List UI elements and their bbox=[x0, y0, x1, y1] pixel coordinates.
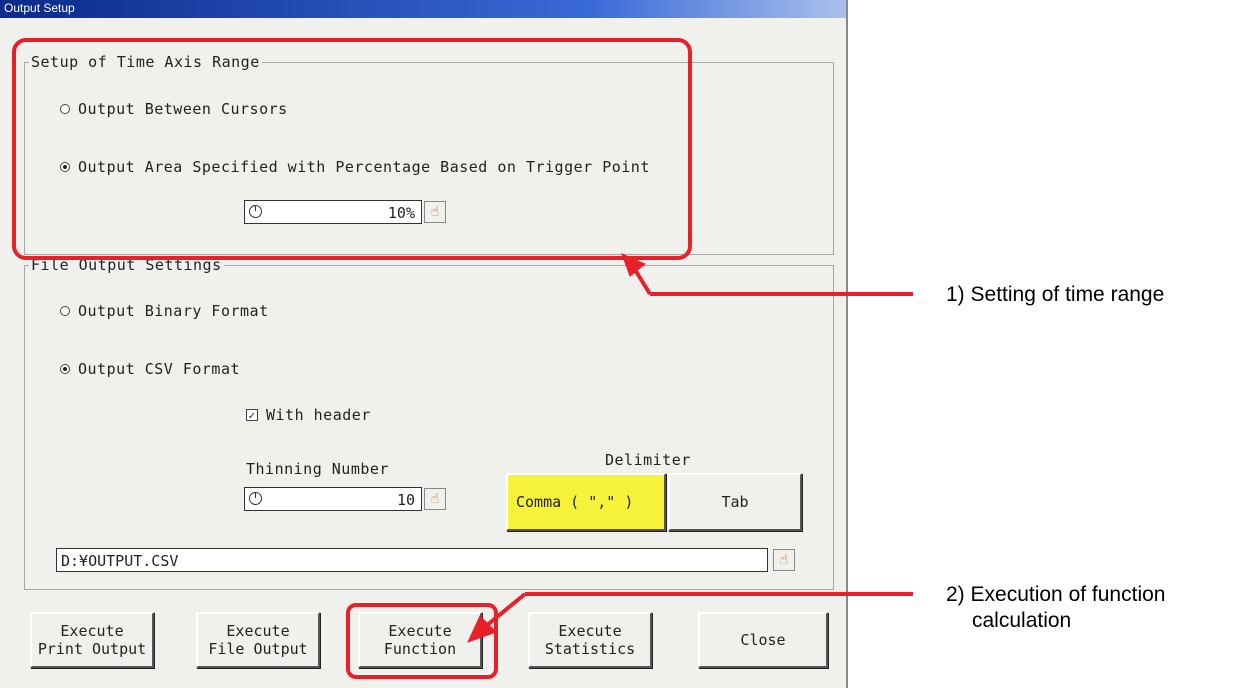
checkbox-icon: ✓ bbox=[246, 409, 258, 421]
radio-output-csv[interactable]: Output CSV Format bbox=[60, 360, 240, 378]
execute-function-highlight-box bbox=[346, 603, 498, 679]
delimiter-comma-button[interactable]: Comma ( "," ) bbox=[506, 473, 666, 531]
output-path-input[interactable]: D:¥OUTPUT.CSV bbox=[56, 548, 768, 572]
button-label: Close bbox=[740, 631, 786, 649]
thinning-value: 10 bbox=[396, 491, 415, 509]
button-label-line1: Execute bbox=[60, 622, 124, 640]
radio-icon bbox=[60, 364, 70, 374]
pointing-hand-icon[interactable]: ☝ bbox=[773, 549, 795, 571]
time-range-highlight-box bbox=[12, 38, 692, 260]
close-button[interactable]: Close bbox=[698, 612, 828, 668]
delimiter-comma-label: Comma ( "," ) bbox=[516, 493, 634, 511]
button-label-line1: Execute bbox=[558, 622, 622, 640]
radio-output-binary[interactable]: Output Binary Format bbox=[60, 302, 269, 320]
radio-label: Output CSV Format bbox=[78, 360, 241, 378]
delimiter-label: Delimiter bbox=[605, 451, 691, 469]
execute-statistics-button[interactable]: Execute Statistics bbox=[528, 612, 652, 668]
button-label-line1: Execute bbox=[226, 622, 290, 640]
delimiter-tab-label: Tab bbox=[721, 493, 749, 511]
annotation-function-line2: calculation bbox=[972, 609, 1072, 632]
with-header-checkbox[interactable]: ✓ With header bbox=[246, 406, 371, 424]
window-title: Output Setup bbox=[4, 1, 75, 15]
button-label-line2: Statistics bbox=[544, 640, 636, 658]
execute-print-output-button[interactable]: Execute Print Output bbox=[30, 612, 154, 668]
title-bar: Output Setup bbox=[0, 0, 846, 18]
annotation-time-range: 1) Setting of time range bbox=[946, 283, 1165, 306]
thinning-number-label: Thinning Number bbox=[246, 460, 389, 478]
radio-label: Output Binary Format bbox=[78, 302, 269, 320]
thinning-number-input[interactable]: 10 bbox=[244, 487, 422, 511]
button-label-line2: File Output bbox=[208, 640, 308, 658]
radio-icon bbox=[60, 306, 70, 316]
dial-knob-icon bbox=[249, 492, 262, 505]
output-path-value: D:¥OUTPUT.CSV bbox=[61, 552, 179, 570]
checkbox-label: With header bbox=[266, 406, 371, 424]
button-label-line2: Print Output bbox=[37, 640, 147, 658]
annotation-function-line1: 2) Execution of function bbox=[946, 583, 1166, 606]
execute-file-output-button[interactable]: Execute File Output bbox=[196, 612, 320, 668]
delimiter-tab-button[interactable]: Tab bbox=[668, 473, 802, 531]
pointing-hand-icon[interactable]: ☝ bbox=[424, 488, 446, 510]
